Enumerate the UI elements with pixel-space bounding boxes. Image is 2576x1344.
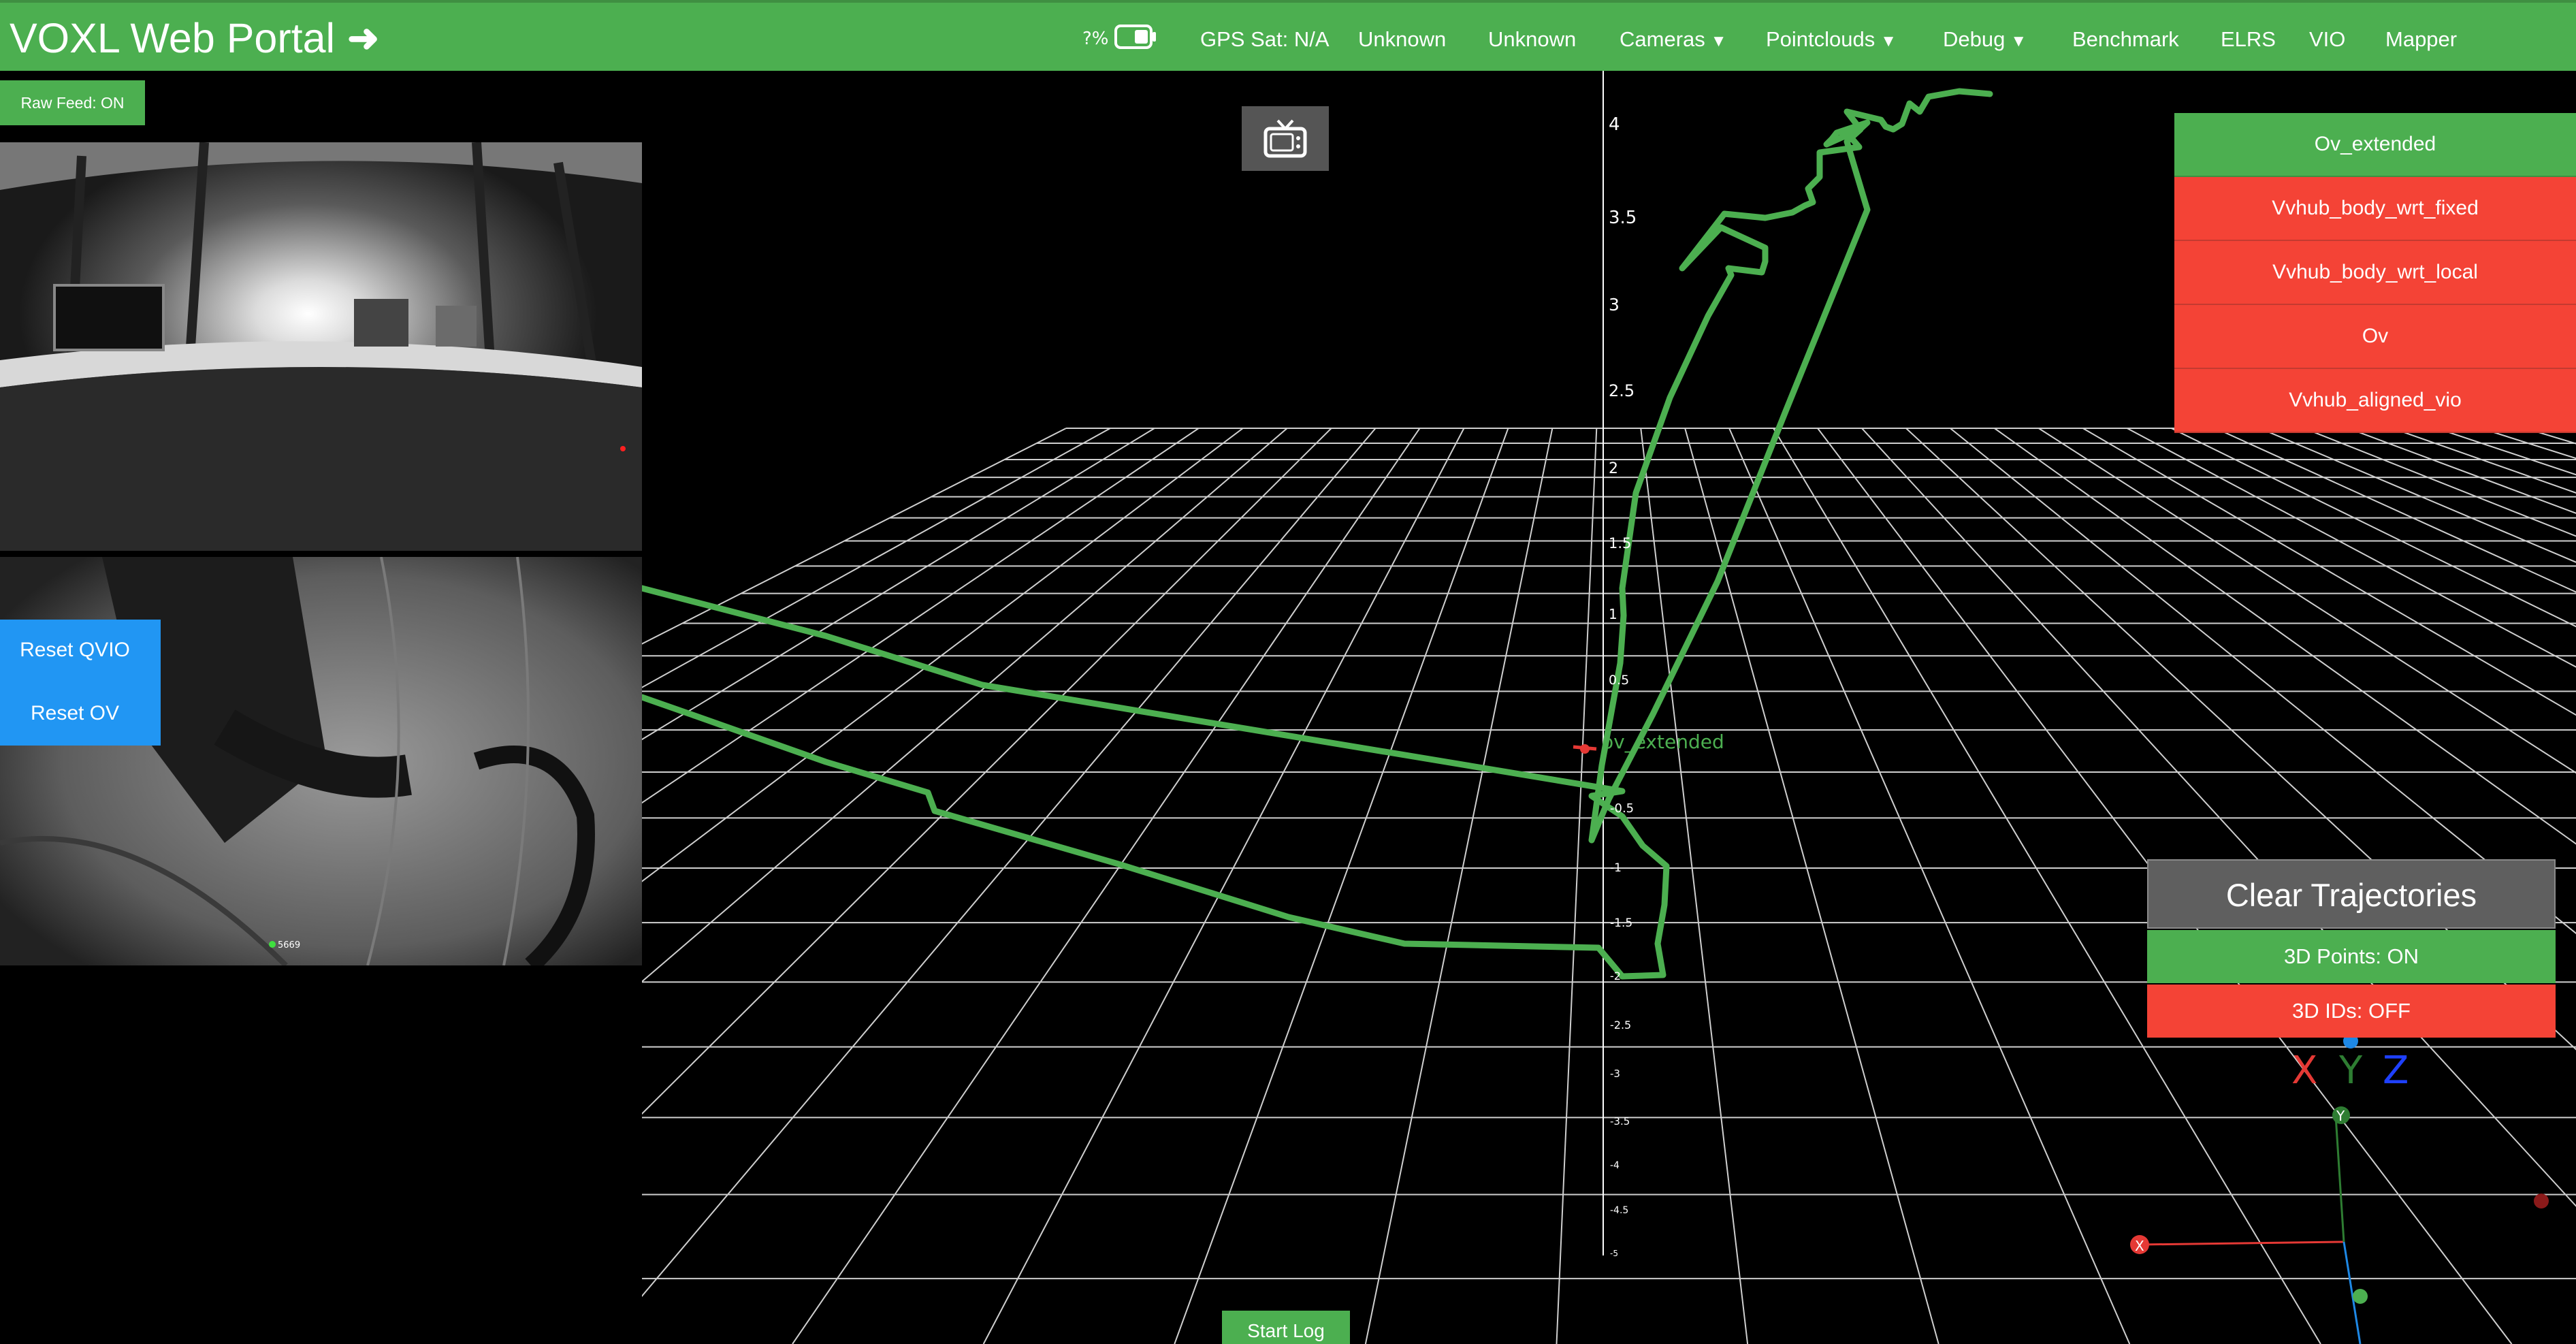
axis-letter-y: Y — [2339, 1049, 2363, 1093]
battery-percent: ?% — [1082, 29, 1109, 49]
caret-down-icon: ▼ — [1710, 32, 1727, 50]
status-unknown-2: Unknown — [1488, 27, 1577, 51]
z-tick-label: 2 — [1609, 460, 1618, 477]
trajectory-topic-list: Ov_extended Vvhub_body_wrt_fixed Vvhub_b… — [2174, 113, 2576, 433]
nav-debug-dropdown[interactable]: Debug ▼ — [1943, 25, 2027, 54]
nav-mapper[interactable]: Mapper — [2385, 25, 2457, 54]
nav-elrs[interactable]: ELRS — [2221, 25, 2276, 54]
z-tick-label: -3.5 — [1610, 1115, 1630, 1127]
z-tick-label: 4 — [1609, 114, 1620, 135]
raw-feed-toggle-button[interactable]: Raw Feed: ON — [0, 80, 145, 125]
axis-letter-x: X — [2291, 1049, 2318, 1093]
toggle-3d-ids-button[interactable]: 3D IDs: OFF — [2147, 985, 2556, 1038]
camera-feed-tracking-down: 5669 — [0, 557, 642, 965]
battery-icon — [1114, 23, 1157, 55]
gizmo-y-label: Y — [2336, 1108, 2345, 1124]
topic-toggle-vvhub-aligned-vio[interactable]: Vvhub_aligned_vio — [2174, 369, 2576, 433]
reset-panel: Reset QVIO Reset OV — [0, 620, 161, 746]
z-tick-label: 2.5 — [1609, 381, 1635, 400]
topic-toggle-ov[interactable]: Ov — [2174, 305, 2576, 369]
nav-benchmark[interactable]: Benchmark — [2072, 25, 2179, 54]
tv-view-button[interactable] — [1242, 106, 1329, 171]
z-tick-label: -4.5 — [1610, 1205, 1629, 1216]
z-tick-label: 1.5 — [1609, 535, 1632, 551]
nav-pointclouds-dropdown[interactable]: Pointclouds ▼ — [1766, 25, 1897, 54]
clear-trajectories-button[interactable]: Clear Trajectories — [2147, 859, 2556, 929]
z-tick-label: 3.5 — [1609, 208, 1637, 228]
z-tick-label: -5 — [1610, 1249, 1618, 1258]
reset-ov-button[interactable]: Reset OV — [0, 686, 150, 741]
z-tick-label: -1.5 — [1610, 916, 1633, 930]
z-tick-label: -3 — [1610, 1068, 1620, 1080]
trajectory-path — [642, 88, 1993, 980]
tv-icon — [1263, 119, 1307, 157]
nav-cameras-dropdown[interactable]: Cameras ▼ — [1620, 25, 1727, 54]
gps-status: GPS Sat: N/A — [1200, 27, 1330, 51]
trajectory-label: ov_extended — [1602, 731, 1724, 753]
nav-cameras-label: Cameras — [1620, 27, 1705, 51]
start-log-button[interactable]: Start Log — [1222, 1311, 1350, 1344]
toggle-3d-points-button[interactable]: 3D Points: ON — [2147, 930, 2556, 983]
top-nav-bar: VOXL Web Portal ➜ ?% GPS Sat: N/A Unknow… — [0, 0, 2576, 71]
z-tick-label: -2 — [1610, 970, 1621, 982]
portal-title: VOXL Web Portal — [10, 15, 336, 61]
z-tick-label: 1 — [1609, 606, 1617, 622]
z-tick-label: 3 — [1609, 295, 1620, 315]
caret-down-icon: ▼ — [2010, 32, 2027, 50]
z-tick-label: -0.5 — [1610, 801, 1635, 816]
feature-id-label: 5669 — [278, 940, 300, 950]
topic-toggle-vvhub-body-wrt-local[interactable]: Vvhub_body_wrt_local — [2174, 241, 2576, 305]
gizmo-x-label: X — [2135, 1238, 2144, 1254]
z-tick-label: -4 — [1610, 1160, 1620, 1171]
topic-toggle-vvhub-body-wrt-fixed[interactable]: Vvhub_body_wrt_fixed — [2174, 177, 2576, 241]
reset-qvio-button[interactable]: Reset QVIO — [0, 623, 150, 677]
battery-status: ?% — [1082, 23, 1157, 54]
status-unknown-1: Unknown — [1358, 27, 1447, 51]
axis-letter-z: Z — [2383, 1049, 2409, 1093]
z-tick-label: -2.5 — [1610, 1019, 1632, 1031]
nav-pointclouds-label: Pointclouds — [1766, 27, 1875, 51]
camera-feed-tracking-front — [0, 142, 642, 551]
portal-title-link[interactable]: VOXL Web Portal ➜ — [10, 11, 379, 65]
z-tick-label: 0.5 — [1609, 673, 1630, 688]
caret-down-icon: ▼ — [1880, 32, 1897, 50]
z-tick-label: -1 — [1610, 861, 1622, 875]
arrow-right-icon: ➜ — [347, 16, 379, 59]
nav-debug-label: Debug — [1943, 27, 2006, 51]
nav-vio[interactable]: VIO — [2309, 25, 2345, 54]
topic-toggle-ov-extended[interactable]: Ov_extended — [2174, 113, 2576, 177]
heading-marker — [1573, 745, 1597, 751]
